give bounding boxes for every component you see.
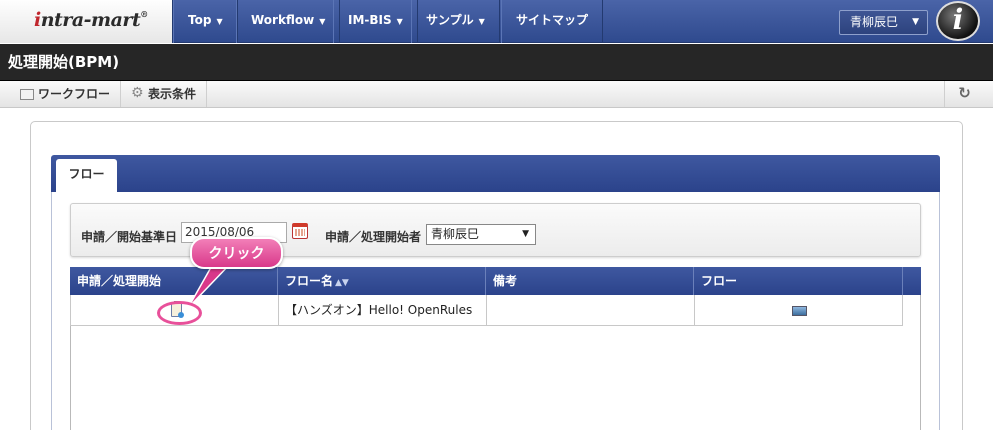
click-callout: クリック <box>190 237 283 269</box>
click-highlight-ring <box>157 301 202 325</box>
callout-pointer <box>187 261 234 309</box>
